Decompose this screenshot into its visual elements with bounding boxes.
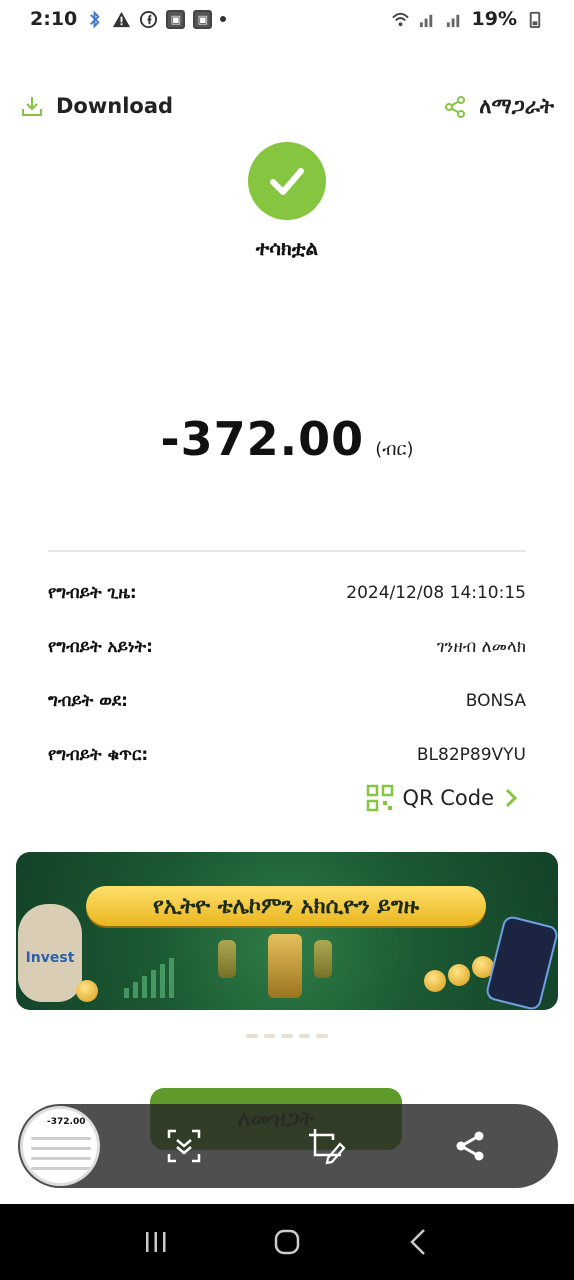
carousel-dot[interactable] [246,1034,258,1038]
image-icon: ▣ [193,9,213,29]
battery-percent: 19% [471,8,517,30]
detail-row-number: የግብይት ቁጥር: BL82P89VYU [48,728,526,782]
transaction-status: ተሳክቷል [255,236,319,260]
crop-edit-button[interactable] [306,1126,346,1166]
qr-code-link[interactable]: QR Code [366,784,520,812]
detail-label: የግብይት ቁጥር: [48,745,149,765]
carousel-dot[interactable] [263,1034,276,1038]
download-button[interactable]: Download [20,94,173,118]
detail-value: BL82P89VYU [416,745,526,765]
banner-title: የኢትዮ ቴሌኮምን አክሲዮን ይግዙ [86,886,486,926]
chart-decoration [124,958,174,998]
home-button[interactable] [267,1222,307,1262]
detail-row-time: የግብይት ጊዜ: 2024/12/08 14:10:15 [48,566,526,620]
share-label: ለማጋራት [479,94,554,118]
share-screenshot-button[interactable] [450,1126,490,1166]
recent-apps-icon [145,1232,166,1252]
image-icon: ▣ [166,9,186,29]
bluetooth-icon [90,10,100,28]
bag-label: Invest [25,950,75,966]
carousel-indicator [246,1034,328,1038]
crop-edit-icon [309,1129,346,1165]
scroll-capture-icon [167,1129,201,1163]
detail-label: የግብይት ጊዜ: [48,583,137,603]
signal-icon [419,14,432,27]
screenshot-toolbar: -372.00 [18,1104,558,1188]
hourglass-image [218,940,236,978]
phone-image [484,914,558,1010]
thumbnail-amount: -372.00 [47,1117,86,1127]
coin-image [424,970,446,992]
divider [48,550,526,552]
carousel-dot[interactable] [298,1034,311,1038]
detail-value: ገንዘብ ለመላክ [436,637,526,657]
back-button[interactable] [398,1222,438,1262]
hourglass-image [268,934,302,998]
detail-value: BONSA [465,691,526,711]
alert-icon [113,11,131,27]
detail-row-recipient: ግብይት ወደ: BONSA [48,674,526,728]
detail-value: 2024/12/08 14:10:15 [346,583,526,603]
success-check-icon [248,142,326,220]
detail-row-type: የግብይት አይነት: ገንዘብ ለመላክ [48,620,526,674]
system-nav-bar [0,1204,574,1280]
screenshot-thumbnail[interactable]: -372.00 [20,1106,100,1186]
money-bag-image: Invest [18,904,82,1002]
amount-display: -372.00 (ብር) [0,412,574,466]
detail-label: ግብይት ወደ: [48,691,128,711]
notification-dot [220,16,227,22]
chevron-right-icon [505,788,518,808]
wifi-icon [391,12,409,26]
promo-banner[interactable]: Invest የኢትዮ ቴሌኮምን አክሲዮን ይግዙ [16,852,558,1010]
share-button[interactable]: ለማጋራት [443,94,554,119]
battery-icon [529,11,541,28]
hourglass-image [314,940,332,978]
receipt-actions: Download ለማጋራት [0,88,574,128]
amount-currency: (ብር) [375,439,414,460]
carousel-dot[interactable] [281,1034,293,1038]
clock: 2:10 [30,8,78,30]
coin-image [448,964,470,986]
share-icon [456,1131,484,1161]
transaction-receipt-screen: 2:10 ▣ ▣ 19% Download ለማጋራት ተሳክቷል -372.0… [0,0,574,1280]
scroll-capture-button[interactable] [164,1126,204,1166]
recent-apps-button[interactable] [136,1222,176,1262]
carousel-dot[interactable] [316,1034,328,1038]
facebook-icon [140,10,158,28]
detail-label: የግብይት አይነት: [48,637,153,657]
amount-value: -372.00 [160,412,365,466]
signal-icon [446,14,459,27]
thumbnail-line [31,1137,91,1140]
download-label: Download [56,94,174,118]
coin-image [76,980,98,1002]
qr-code-label: QR Code [402,786,494,810]
share-icon [445,95,466,118]
download-icon [22,97,42,116]
back-icon [410,1229,426,1255]
home-icon [274,1229,300,1255]
thumbnail-line [31,1167,91,1170]
status-bar: 2:10 ▣ ▣ 19% [0,0,574,38]
thumbnail-line [31,1147,91,1150]
qr-code-icon [367,784,394,812]
transaction-details: የግብይት ጊዜ: 2024/12/08 14:10:15 የግብይት አይነት… [48,566,526,782]
thumbnail-line [31,1157,91,1160]
